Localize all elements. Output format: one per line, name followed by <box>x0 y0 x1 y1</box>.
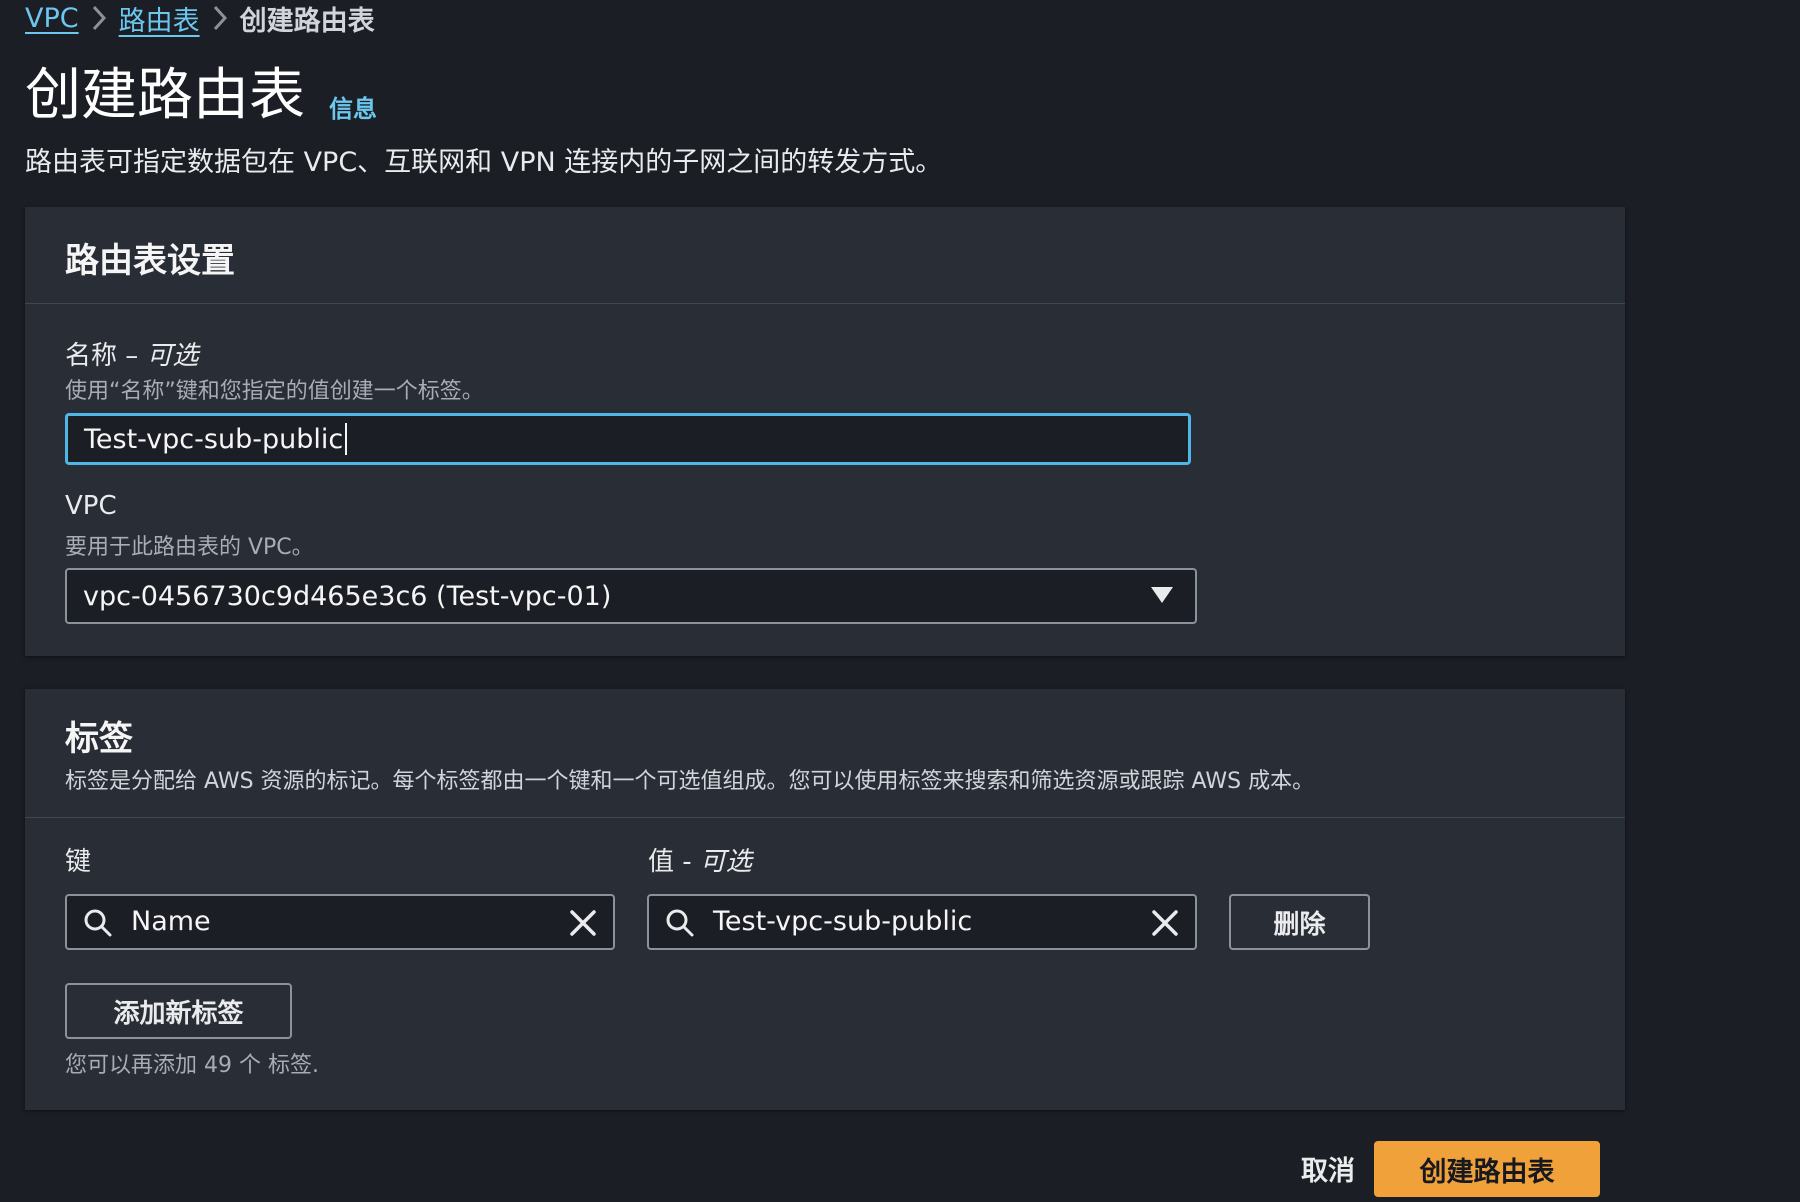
chevron-right-icon <box>200 4 240 32</box>
route-table-settings-panel: 路由表设置 名称 – 可选 使用“名称”键和您指定的值创建一个标签。 Test-… <box>25 207 1625 656</box>
page-description: 路由表可指定数据包在 VPC、互联网和 VPN 连接内的子网之间的转发方式。 <box>25 147 943 178</box>
panel-title: 路由表设置 <box>65 241 235 281</box>
tags-description: 标签是分配给 AWS 资源的标记。每个标签都由一个键和一个可选值组成。您可以使用… <box>65 769 1315 794</box>
name-input-value: Test-vpc-sub-public <box>84 423 344 455</box>
optional-label: 可选 <box>699 847 752 877</box>
vpc-select[interactable]: vpc-0456730c9d465e3c6 (Test-vpc-01) <box>65 568 1197 624</box>
breadcrumb-current: 创建路由表 <box>239 5 375 37</box>
tags-remaining-hint: 您可以再添加 49 个 标签. <box>65 1053 319 1078</box>
tag-value-input[interactable]: Test-vpc-sub-public <box>647 894 1197 950</box>
panel-title: 标签 <box>65 719 133 759</box>
tag-value-value: Test-vpc-sub-public <box>713 906 973 937</box>
name-label-text: 名称 – <box>65 341 147 371</box>
chevron-right-icon <box>79 4 119 32</box>
page-title: 创建路由表 <box>25 63 305 128</box>
name-description: 使用“名称”键和您指定的值创建一个标签。 <box>65 379 484 404</box>
cancel-button[interactable]: 取消 <box>1276 1140 1380 1196</box>
name-label: 名称 – 可选 <box>65 335 199 372</box>
panel-header: 路由表设置 <box>25 207 1625 304</box>
tag-key-input[interactable]: Name <box>65 894 615 950</box>
tag-key-value: Name <box>131 906 211 937</box>
close-icon[interactable] <box>567 907 599 939</box>
breadcrumb-link-vpc[interactable]: VPC <box>25 3 79 34</box>
tag-value-label-text: 值 - <box>648 847 700 877</box>
optional-label: 可选 <box>146 341 199 371</box>
tag-key-label: 键 <box>65 847 92 877</box>
add-tag-button[interactable]: 添加新标签 <box>65 983 292 1039</box>
search-icon <box>666 909 694 937</box>
remove-tag-button[interactable]: 删除 <box>1229 894 1370 950</box>
text-caret <box>345 423 348 455</box>
breadcrumb: VPC 路由表 创建路由表 <box>25 0 375 38</box>
panel-header: 标签 标签是分配给 AWS 资源的标记。每个标签都由一个键和一个可选值组成。您可… <box>25 689 1625 818</box>
vpc-label: VPC <box>65 491 117 521</box>
create-route-table-button[interactable]: 创建路由表 <box>1374 1141 1600 1197</box>
search-icon <box>84 909 112 937</box>
breadcrumb-link-route-tables[interactable]: 路由表 <box>119 0 200 38</box>
tag-value-label: 值 - 可选 <box>648 841 752 878</box>
caret-down-icon <box>1151 587 1173 603</box>
name-input[interactable]: Test-vpc-sub-public <box>65 413 1191 465</box>
vpc-select-value: vpc-0456730c9d465e3c6 (Test-vpc-01) <box>83 580 612 612</box>
close-icon[interactable] <box>1149 907 1181 939</box>
page-header: 创建路由表 信息 <box>25 62 377 130</box>
vpc-description: 要用于此路由表的 VPC。 <box>65 535 314 560</box>
info-link[interactable]: 信息 <box>329 89 377 124</box>
tags-panel: 标签 标签是分配给 AWS 资源的标记。每个标签都由一个键和一个可选值组成。您可… <box>25 689 1625 1110</box>
